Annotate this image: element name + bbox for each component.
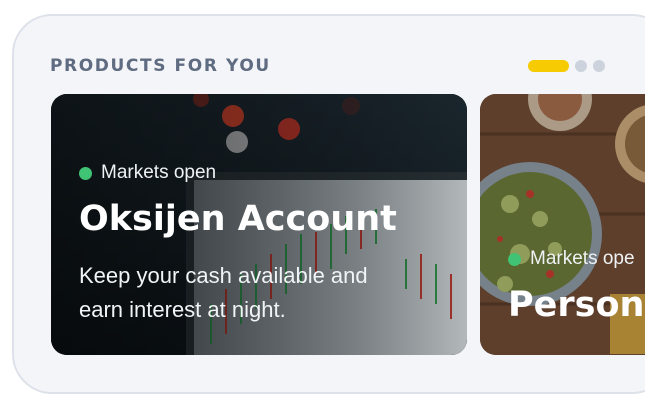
status-dot-icon (508, 252, 521, 266)
market-status: Markets open (79, 162, 216, 184)
pager-dot[interactable] (593, 60, 605, 72)
card-title: Person (508, 285, 645, 325)
market-status-label: Markets ope (530, 248, 635, 269)
product-card-oksijen-account[interactable]: Markets open Oksijen Account Keep your c… (51, 94, 467, 355)
status-dot-icon (79, 166, 92, 180)
pager-dot-active[interactable] (528, 60, 569, 72)
product-card-personal[interactable]: Markets ope Person (480, 94, 645, 355)
card-description: Keep your cash available and earn intere… (79, 263, 368, 322)
market-status-label: Markets open (101, 162, 217, 183)
market-status: Markets ope (508, 248, 635, 270)
carousel-pager[interactable] (528, 60, 605, 72)
pager-dot[interactable] (575, 60, 587, 72)
card-title: Oksijen Account (79, 199, 397, 239)
section-heading: PRODUCTS FOR YOU (50, 56, 271, 76)
